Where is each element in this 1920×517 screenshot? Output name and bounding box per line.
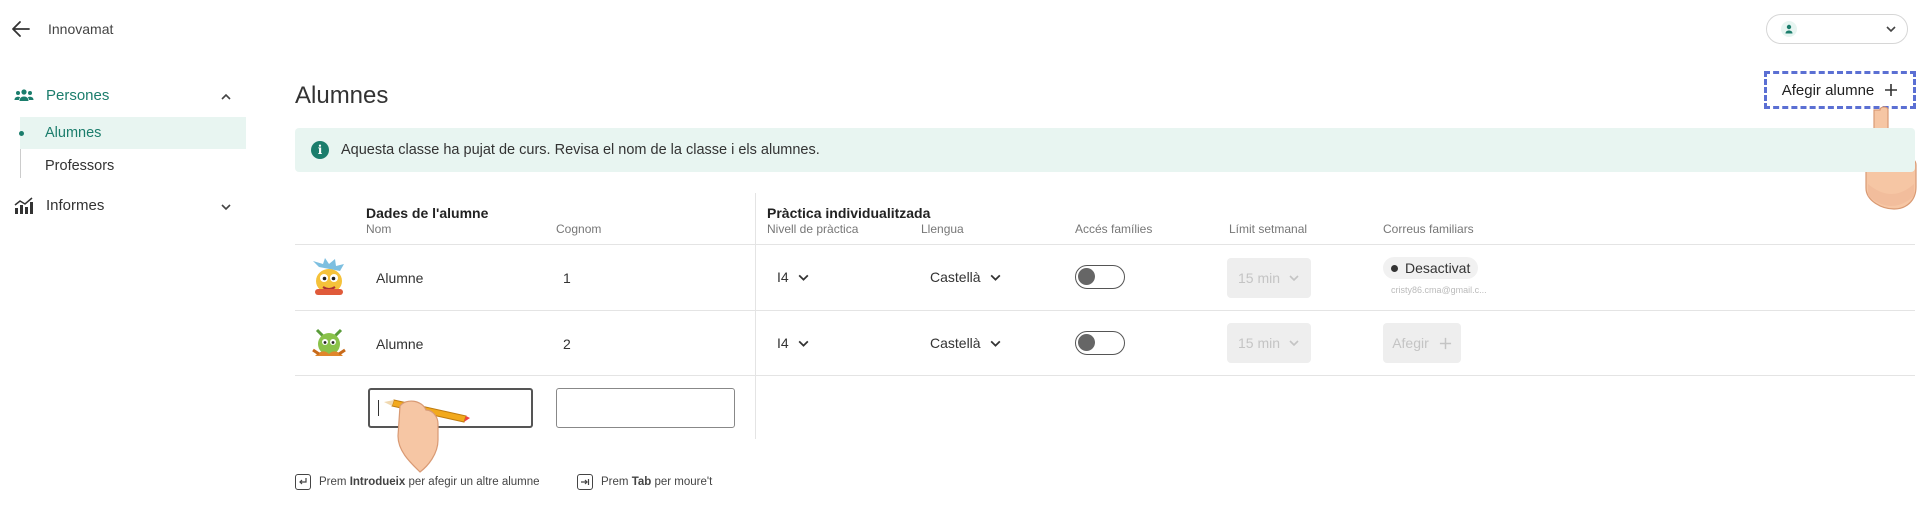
chevron-down-icon [1886,26,1896,33]
column-family-access: Accés famílies [1075,222,1153,236]
column-level: Nivell de pràctica [767,222,859,236]
toggle-knob [1078,268,1095,285]
info-icon: i [311,141,329,159]
family-email: cristy86.cma@gmail.c... [1391,285,1487,295]
new-student-surname-input[interactable] [556,388,735,428]
language-dropdown[interactable]: Castellà [930,335,1002,351]
student-avatar-icon [313,258,344,295]
weekly-limit-value: 15 min [1237,270,1281,286]
add-family-button: Afegir [1383,323,1461,363]
family-status-text: Desactivat [1405,260,1471,276]
table-row[interactable]: Alumne 2 I4 Castellà 15 min Afegir [295,311,1915,375]
enter-hint: Prem Introdueix per afegir un altre alum… [295,474,540,490]
status-dot [1391,264,1398,272]
active-dot [19,131,24,136]
column-surname: Cognom [556,222,602,236]
language-value: Castellà [930,269,981,285]
chart-icon [14,197,33,214]
family-access-toggle[interactable] [1075,265,1125,289]
enter-key-icon [295,474,311,490]
level-dropdown[interactable]: I4 [777,335,810,351]
hint-suffix: per moure't [654,476,713,488]
student-name[interactable]: Alumne [376,336,423,352]
student-surname[interactable]: 2 [563,336,571,352]
hint-prefix: Prem [601,476,629,488]
banner-text: Aquesta classe ha pujat de curs. Revisa … [341,142,820,158]
family-access-toggle[interactable] [1075,331,1125,355]
level-value: I4 [777,335,789,351]
chevron-down-icon [1289,275,1299,282]
sidebar-item-alumnes[interactable]: Alumnes [20,117,246,149]
tab-hint: Prem Tab per moure't [577,474,712,490]
weekly-limit-select: 15 min [1227,258,1311,298]
user-menu[interactable] [1766,14,1908,44]
sidebar-item-label: Professors [45,158,115,174]
divider [295,375,1915,376]
add-student-label: Afegir alumne [1781,81,1875,99]
hint-suffix: per afegir un altre alumne [408,476,540,488]
chevron-down-icon [798,274,809,281]
weekly-limit-select: 15 min [1227,323,1311,363]
people-icon [14,89,34,101]
student-name[interactable]: Alumne [376,270,423,286]
table-group-practice: Pràctica individualitzada [767,205,931,221]
chevron-down-icon [221,204,231,211]
table-group-student: Dades de l'alumne [366,205,489,221]
table-row[interactable]: Alumne 1 I4 Castellà 15 min Desactivat c… [295,245,1915,310]
chevron-down-icon [990,274,1001,281]
pencil-hand-icon [384,399,470,473]
column-family-emails: Correus familiars [1383,222,1474,236]
column-name: Nom [366,222,392,236]
back-arrow-icon[interactable] [10,18,32,40]
chevron-up-icon[interactable] [220,91,232,103]
page-title: Alumnes [295,82,389,109]
hint-key: Tab [631,476,652,488]
app-name: Innovamat [48,21,114,37]
level-value: I4 [777,269,789,285]
chevron-down-icon [1289,340,1299,347]
sidebar-group-informes[interactable]: Informes [14,196,244,218]
column-language: Llengua [921,222,964,236]
plus-icon [1439,337,1451,349]
family-status-badge: Desactivat [1383,257,1479,279]
language-dropdown[interactable]: Castellà [930,269,1002,285]
language-value: Castellà [930,335,981,351]
weekly-limit-value: 15 min [1237,335,1281,351]
toggle-knob [1078,334,1095,351]
chevron-down-icon [990,340,1001,347]
level-dropdown[interactable]: I4 [777,269,810,285]
sidebar-group-persones[interactable]: Persones [14,86,244,108]
sidebar-item-label: Alumnes [45,125,102,141]
hint-key: Introdueix [349,476,406,488]
user-avatar-icon [1781,21,1797,37]
column-weekly-limit: Límit setmanal [1229,222,1308,236]
hint-prefix: Prem [319,476,347,488]
sidebar-group-label: Persones [46,87,110,104]
tab-key-icon [577,474,593,490]
text-cursor [378,400,379,416]
plus-icon [1885,84,1898,96]
info-banner: i Aquesta classe ha pujat de curs. Revis… [295,128,1915,172]
sidebar-item-professors[interactable]: Professors [20,156,246,178]
sidebar-group-label: Informes [46,197,105,214]
add-family-label: Afegir [1392,335,1429,351]
student-surname[interactable]: 1 [563,270,571,286]
chevron-down-icon [798,340,809,347]
student-avatar-icon [312,328,346,356]
